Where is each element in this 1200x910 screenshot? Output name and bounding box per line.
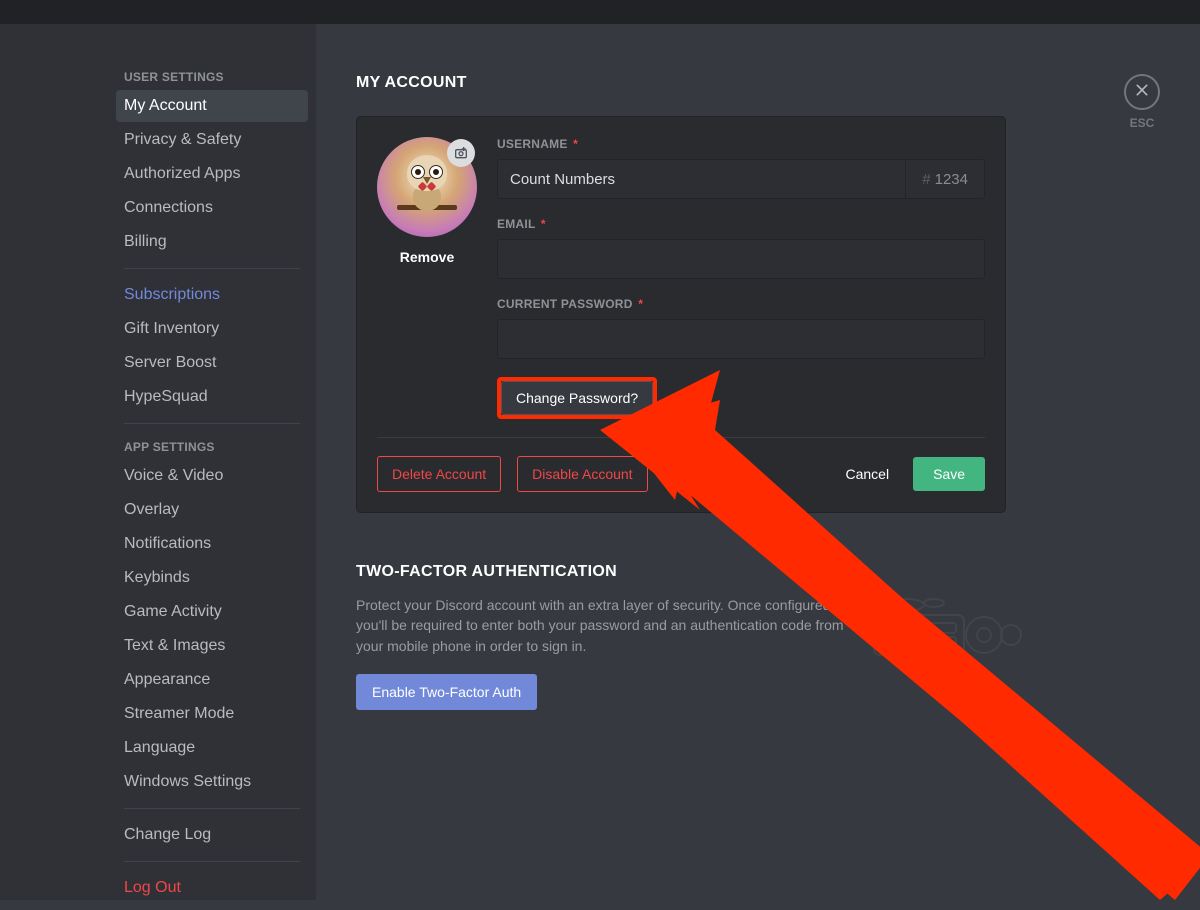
account-card: Remove USERNAME * #1234 EMAIL * CURRENT	[356, 116, 1006, 513]
enable-two-factor-button[interactable]: Enable Two-Factor Auth	[356, 674, 537, 710]
sidebar-item-keybinds[interactable]: Keybinds	[116, 562, 308, 594]
sidebar-divider	[124, 861, 300, 862]
sidebar-item-label: HypeSquad	[124, 388, 208, 405]
esc-label: ESC	[1124, 116, 1160, 130]
discriminator-value: 1234	[935, 171, 968, 188]
current-password-input[interactable]	[497, 319, 985, 359]
sidebar-item-label: Server Boost	[124, 354, 216, 371]
sidebar-item-voice-video[interactable]: Voice & Video	[116, 460, 308, 492]
sidebar-item-overlay[interactable]: Overlay	[116, 494, 308, 526]
sidebar-item-label: Voice & Video	[124, 467, 223, 484]
sidebar-divider	[124, 423, 300, 424]
sidebar-item-privacy[interactable]: Privacy & Safety	[116, 124, 308, 156]
sidebar-header-user: USER SETTINGS	[116, 64, 308, 90]
email-label: EMAIL *	[497, 217, 985, 231]
annotation-highlight: Change Password?	[497, 377, 657, 419]
change-password-button[interactable]: Change Password?	[501, 381, 653, 415]
sidebar-item-label: Keybinds	[124, 569, 190, 586]
two-factor-description: Protect your Discord account with an ext…	[356, 595, 856, 656]
sidebar-item-label: Appearance	[124, 671, 210, 688]
sidebar-item-authorized-apps[interactable]: Authorized Apps	[116, 158, 308, 190]
sidebar-divider	[124, 268, 300, 269]
sidebar-divider	[124, 808, 300, 809]
settings-sidebar: USER SETTINGS My Account Privacy & Safet…	[108, 24, 316, 900]
close-icon	[1134, 82, 1150, 103]
username-label: USERNAME *	[497, 137, 985, 151]
sidebar-item-hypesquad[interactable]: HypeSquad	[116, 381, 308, 413]
sidebar-item-label: My Account	[124, 97, 207, 114]
sidebar-item-label: Overlay	[124, 501, 179, 518]
sidebar-item-game-activity[interactable]: Game Activity	[116, 596, 308, 628]
save-button[interactable]: Save	[913, 457, 985, 491]
email-input[interactable]	[497, 239, 985, 279]
sidebar-gutter	[0, 24, 108, 900]
discriminator: #1234	[905, 160, 984, 198]
sidebar-item-label: Log Out	[124, 879, 181, 896]
required-indicator: *	[638, 297, 643, 311]
delete-account-button[interactable]: Delete Account	[377, 456, 501, 492]
sidebar-item-windows-settings[interactable]: Windows Settings	[116, 766, 308, 798]
sidebar-item-label: Language	[124, 739, 195, 756]
sidebar-item-label: Billing	[124, 233, 167, 250]
sidebar-item-subscriptions[interactable]: Subscriptions	[116, 279, 308, 311]
card-divider	[377, 437, 985, 438]
window-titlebar	[0, 0, 1200, 24]
upload-image-icon	[447, 139, 475, 167]
disable-account-button[interactable]: Disable Account	[517, 456, 647, 492]
sidebar-item-appearance[interactable]: Appearance	[116, 664, 308, 696]
sidebar-item-label: Text & Images	[124, 637, 225, 654]
required-indicator: *	[573, 137, 578, 151]
password-label: CURRENT PASSWORD *	[497, 297, 985, 311]
sidebar-item-language[interactable]: Language	[116, 732, 308, 764]
close-settings: ESC	[1124, 74, 1160, 130]
sidebar-item-label: Authorized Apps	[124, 165, 241, 182]
cancel-button[interactable]: Cancel	[831, 457, 903, 491]
sidebar-item-label: Privacy & Safety	[124, 131, 241, 148]
sidebar-item-streamer-mode[interactable]: Streamer Mode	[116, 698, 308, 730]
sidebar-item-label: Connections	[124, 199, 213, 216]
two-factor-section: TWO-FACTOR AUTHENTICATION Protect your D…	[356, 563, 1006, 710]
sidebar-item-connections[interactable]: Connections	[116, 192, 308, 224]
sidebar-item-billing[interactable]: Billing	[116, 226, 308, 258]
lock-illustration-icon	[856, 593, 1026, 663]
settings-content: ESC MY ACCOUNT	[316, 24, 1200, 900]
two-factor-title: TWO-FACTOR AUTHENTICATION	[356, 563, 1006, 581]
sidebar-item-my-account[interactable]: My Account	[116, 90, 308, 122]
username-input[interactable]	[498, 160, 905, 198]
remove-avatar-link[interactable]: Remove	[377, 249, 477, 265]
sidebar-item-text-images[interactable]: Text & Images	[116, 630, 308, 662]
sidebar-item-gift-inventory[interactable]: Gift Inventory	[116, 313, 308, 345]
sidebar-item-label: Windows Settings	[124, 773, 251, 790]
sidebar-item-label: Change Log	[124, 826, 211, 843]
sidebar-item-label: Game Activity	[124, 603, 222, 620]
avatar-upload[interactable]	[377, 137, 477, 237]
sidebar-item-label: Gift Inventory	[124, 320, 219, 337]
sidebar-item-notifications[interactable]: Notifications	[116, 528, 308, 560]
hash-icon: #	[922, 171, 930, 188]
close-button[interactable]	[1124, 74, 1160, 110]
page-title: MY ACCOUNT	[356, 74, 1160, 92]
username-row: #1234	[497, 159, 985, 199]
sidebar-item-label: Subscriptions	[124, 286, 220, 303]
sidebar-header-app: APP SETTINGS	[116, 434, 308, 460]
sidebar-item-label: Streamer Mode	[124, 705, 234, 722]
sidebar-item-label: Notifications	[124, 535, 211, 552]
sidebar-item-server-boost[interactable]: Server Boost	[116, 347, 308, 379]
sidebar-item-change-log[interactable]: Change Log	[116, 819, 308, 851]
sidebar-item-log-out[interactable]: Log Out	[116, 872, 308, 900]
required-indicator: *	[541, 217, 546, 231]
